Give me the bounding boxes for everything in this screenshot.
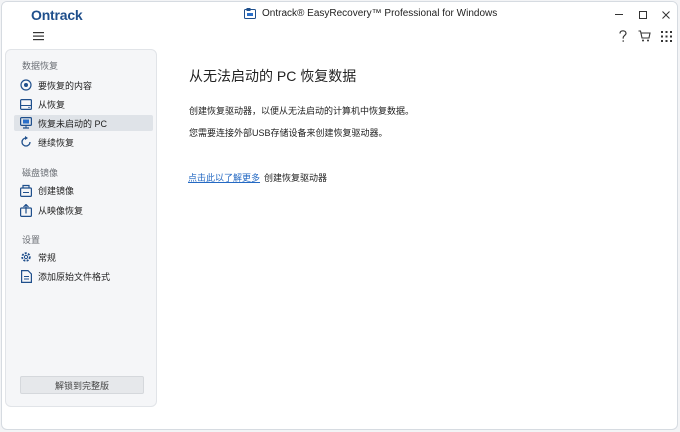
- description-text: 创建恢复驱动器，以便从无法启动的计算机中恢复数据。: [189, 106, 415, 116]
- resume-icon: [19, 135, 33, 149]
- sidebar-item-add-raw-file-format[interactable]: 添加原始文件格式: [14, 268, 153, 284]
- page-title: 从无法启动的 PC 恢复数据: [189, 68, 357, 84]
- app-window: Ontrack Ontrack® EasyRecovery™ Professio…: [1, 1, 678, 430]
- toolbar: [2, 28, 677, 46]
- sidebar: 数据恢复 要恢复的内容 从恢复 恢复未启动的 PC 继续恢复 磁盘镜像 创建镜像…: [5, 49, 157, 407]
- menu-icon[interactable]: [33, 30, 45, 42]
- title-bar: Ontrack Ontrack® EasyRecovery™ Professio…: [2, 2, 677, 28]
- maximize-button[interactable]: [634, 6, 652, 24]
- sidebar-item-what-to-recover[interactable]: 要恢复的内容: [14, 77, 153, 93]
- window-title-text: Ontrack® EasyRecovery™ Professional for …: [262, 8, 498, 19]
- drive-icon: [19, 97, 33, 111]
- monitor-icon: [19, 116, 33, 130]
- section-label-disk-image: 磁盘镜像: [22, 168, 59, 178]
- section-label-data-recovery: 数据恢复: [22, 61, 59, 71]
- sidebar-item-recover-from[interactable]: 从恢复: [14, 96, 153, 112]
- file-format-icon: [19, 269, 33, 283]
- target-icon: [19, 78, 33, 92]
- cart-icon[interactable]: [637, 29, 651, 43]
- sidebar-item-create-image[interactable]: 创建镜像: [14, 182, 153, 198]
- minimize-icon: [615, 14, 623, 15]
- maximize-icon: [639, 11, 647, 19]
- sidebar-item-restore-from-image[interactable]: 从映像恢复: [14, 202, 153, 218]
- close-button[interactable]: [657, 6, 675, 24]
- window-title: Ontrack® EasyRecovery™ Professional for …: [244, 8, 497, 19]
- create-image-icon: [19, 183, 33, 197]
- requirement-text: 您需要连接外部USB存储设备来创建恢复驱动器。: [189, 128, 388, 138]
- gear-icon: [19, 250, 33, 264]
- minimize-button[interactable]: [610, 6, 628, 24]
- apps-grid-icon[interactable]: [659, 29, 673, 43]
- learn-more-link[interactable]: 点击此以了解更多: [188, 171, 260, 184]
- close-icon: [662, 11, 670, 19]
- unlock-full-version-button[interactable]: 解锁到完整版: [20, 376, 144, 394]
- section-label-settings: 设置: [22, 235, 41, 245]
- sidebar-item-resume-recovery[interactable]: 继续恢复: [14, 134, 153, 150]
- brand-logo: Ontrack: [31, 7, 83, 23]
- sidebar-item-recover-unbootable-pc[interactable]: 恢复未启动的 PC: [14, 115, 153, 131]
- learn-more-line: 点击此以了解更多 创建恢复驱动器: [188, 171, 327, 184]
- restore-image-icon: [19, 203, 33, 217]
- learn-more-suffix: 创建恢复驱动器: [264, 173, 328, 183]
- app-icon: [244, 8, 256, 19]
- help-icon[interactable]: [616, 29, 630, 43]
- sidebar-item-general[interactable]: 常规: [14, 249, 153, 265]
